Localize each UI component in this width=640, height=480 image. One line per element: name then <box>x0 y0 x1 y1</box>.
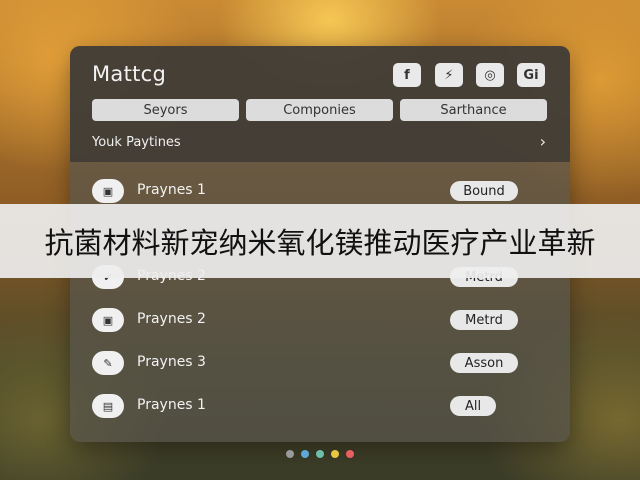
gi-icon[interactable]: Gi <box>517 63 545 87</box>
chevron-right-icon[interactable]: › <box>540 132 546 151</box>
panel-header: Mattcg f ⚡ ◎ Gi Seyors Componies Sarthan… <box>70 46 570 162</box>
doc-icon: ▣ <box>92 179 124 203</box>
headline-banner: 抗菌材料新宠纳米氧化镁推动医疗产业革新 <box>0 204 640 278</box>
pager-dot[interactable] <box>316 450 324 458</box>
pager-dot[interactable] <box>331 450 339 458</box>
list-item-label: Praynes 3 <box>137 354 206 370</box>
status-badge: Bound <box>450 181 518 201</box>
pager-dot[interactable] <box>346 450 354 458</box>
status-badge: Metrd <box>450 310 518 330</box>
doc-icon: ▤ <box>92 394 124 418</box>
list-item-label: Praynes 1 <box>137 397 206 413</box>
tab-componies[interactable]: Componies <box>246 99 393 121</box>
section-title: Youk Paytines <box>92 135 181 150</box>
bolt-icon[interactable]: ⚡ <box>435 63 463 87</box>
facebook-icon[interactable]: f <box>393 63 421 87</box>
status-badge: All <box>450 396 496 416</box>
doc-icon: ▣ <box>92 308 124 332</box>
pen-icon: ✎ <box>92 351 124 375</box>
list-item-label: Praynes 1 <box>137 182 206 198</box>
tab-sarthance[interactable]: Sarthance <box>400 99 547 121</box>
list-item[interactable]: ✎ Praynes 3 Asson <box>70 343 570 383</box>
pager-dots <box>286 450 354 458</box>
status-badge: Asson <box>450 353 518 373</box>
app-title: Mattcg <box>92 62 167 86</box>
pager-dot[interactable] <box>286 450 294 458</box>
list-item-label: Praynes 2 <box>137 311 206 327</box>
list-item[interactable]: ▣ Praynes 2 Metrd <box>70 300 570 340</box>
instagram-icon[interactable]: ◎ <box>476 63 504 87</box>
pager-dot[interactable] <box>301 450 309 458</box>
tab-seyors[interactable]: Seyors <box>92 99 239 121</box>
list-item[interactable]: ▤ Praynes 1 All <box>70 386 570 426</box>
